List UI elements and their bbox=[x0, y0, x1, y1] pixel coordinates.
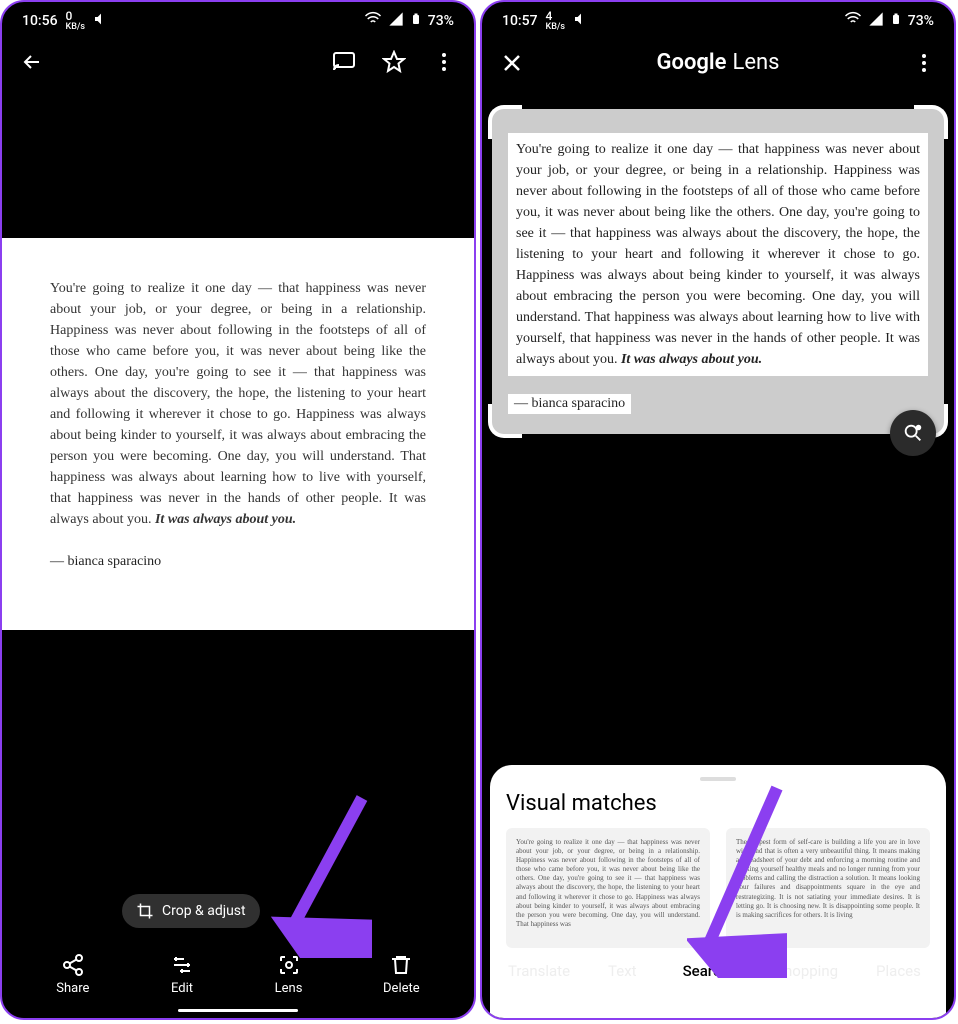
mute-icon bbox=[93, 11, 109, 31]
sheet-title: Visual matches bbox=[506, 791, 930, 816]
detected-author: — bianca sparacino bbox=[508, 394, 631, 414]
match-card-1[interactable]: You're going to realize it one day — tha… bbox=[506, 828, 710, 948]
lens-header: Google Lens bbox=[482, 36, 954, 89]
delete-button[interactable]: Delete bbox=[383, 953, 420, 996]
match-row: You're going to realize it one day — tha… bbox=[506, 828, 930, 948]
crop-corner-tl[interactable] bbox=[488, 105, 522, 139]
status-time: 10:57 bbox=[502, 13, 538, 29]
photos-bottom-bar: Share Edit Lens Delete bbox=[2, 953, 474, 996]
signal-icon bbox=[868, 11, 884, 31]
status-bar: 10:57 4KB/s 73% bbox=[482, 2, 954, 36]
lens-button[interactable]: Lens bbox=[275, 953, 303, 996]
photos-top-bar bbox=[2, 36, 474, 88]
status-bar: 10:56 0KB/s 73% bbox=[2, 2, 474, 36]
lens-tabs: Translate Text Search Shopping Places bbox=[482, 954, 954, 988]
photo-content[interactable]: You're going to realize it one day — tha… bbox=[2, 238, 474, 630]
battery-icon bbox=[890, 10, 902, 32]
match-card-2[interactable]: The deepest form of self-care is buildin… bbox=[726, 828, 930, 948]
mute-icon bbox=[573, 11, 589, 31]
annotation-arrow bbox=[262, 788, 372, 958]
more-icon[interactable] bbox=[432, 50, 456, 74]
battery-percent: 73% bbox=[908, 13, 934, 29]
crop-adjust-button[interactable]: Crop & adjust bbox=[122, 894, 260, 928]
crop-corner-bl[interactable] bbox=[488, 404, 522, 438]
wifi-icon bbox=[844, 10, 862, 32]
photos-screen: 10:56 0KB/s 73% bbox=[0, 0, 476, 1020]
battery-icon bbox=[410, 10, 422, 32]
quote-body: You're going to realize it one day — tha… bbox=[50, 278, 426, 530]
tab-search[interactable]: Search bbox=[665, 954, 748, 988]
home-indicator[interactable] bbox=[658, 1009, 778, 1012]
more-icon[interactable] bbox=[912, 51, 936, 75]
status-time: 10:56 bbox=[22, 13, 58, 29]
lens-search-fab[interactable] bbox=[890, 410, 936, 456]
tab-shopping[interactable]: Shopping bbox=[765, 956, 848, 986]
star-icon[interactable] bbox=[382, 50, 406, 74]
wifi-icon bbox=[364, 10, 382, 32]
lens-capture-area[interactable]: You're going to realize it one day — tha… bbox=[492, 109, 944, 434]
share-button[interactable]: Share bbox=[56, 953, 89, 996]
tab-text[interactable]: Text bbox=[598, 956, 647, 986]
tab-places[interactable]: Places bbox=[866, 956, 931, 986]
back-icon[interactable] bbox=[20, 50, 44, 74]
close-icon[interactable] bbox=[500, 51, 524, 75]
lens-screen: 10:57 4KB/s 73% Google Lens You're bbox=[480, 0, 956, 1020]
network-speed: 0KB/s bbox=[66, 10, 86, 32]
signal-icon bbox=[388, 11, 404, 31]
detected-text: You're going to realize it one day — tha… bbox=[508, 133, 928, 376]
quote-author: — bianca sparacino bbox=[50, 554, 426, 570]
tab-translate[interactable]: Translate bbox=[498, 956, 580, 986]
network-speed: 4KB/s bbox=[546, 10, 566, 32]
cast-icon[interactable] bbox=[332, 50, 356, 74]
battery-percent: 73% bbox=[428, 13, 454, 29]
crop-label: Crop & adjust bbox=[162, 903, 246, 919]
home-indicator[interactable] bbox=[178, 1009, 298, 1012]
lens-title: Google Lens bbox=[657, 50, 780, 75]
crop-corner-tr[interactable] bbox=[914, 105, 948, 139]
sheet-handle[interactable] bbox=[700, 777, 736, 781]
edit-button[interactable]: Edit bbox=[170, 953, 194, 996]
